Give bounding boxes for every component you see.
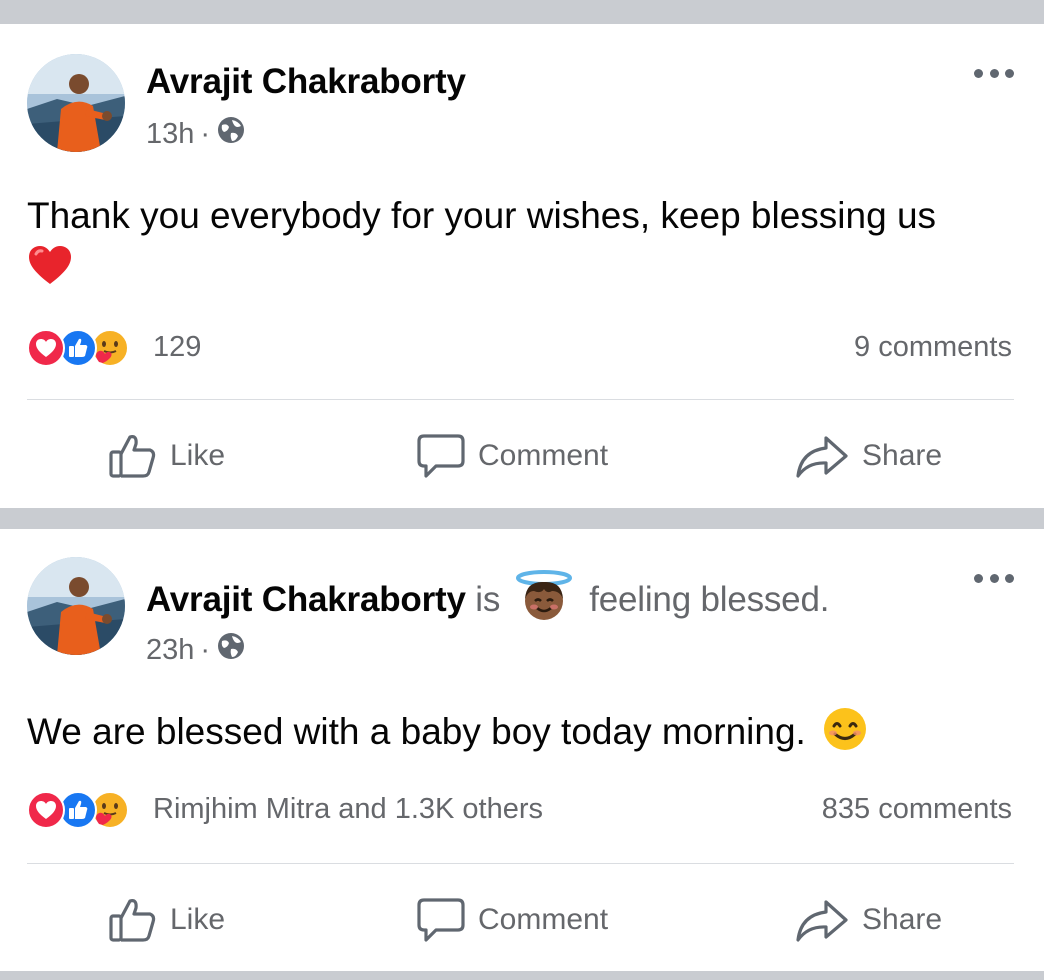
like-button[interactable]: Like <box>108 890 225 950</box>
meta-separator: · <box>200 634 211 666</box>
share-label: Share <box>862 903 943 936</box>
reaction-count[interactable]: 129 <box>153 331 201 364</box>
innocent-face-emoji-icon <box>512 569 576 630</box>
post-text-content: Thank you everybody for your wishes, kee… <box>27 195 937 236</box>
comment-label: Comment <box>478 903 609 936</box>
divider <box>27 399 1014 400</box>
comment-button[interactable]: Comment <box>416 890 608 950</box>
avatar[interactable] <box>27 557 125 655</box>
meta-separator: · <box>200 118 211 150</box>
author-name[interactable]: Avrajit Chakraborty <box>146 580 466 619</box>
smiling-face-emoji-icon <box>822 706 868 762</box>
divider <box>27 863 1014 864</box>
share-icon <box>796 436 848 478</box>
share-label: Share <box>862 439 943 472</box>
more-dot <box>1005 68 1014 78</box>
post-card: Avrajit Chakraborty is feeling blessed. … <box>0 529 1044 971</box>
globe-icon <box>216 115 246 153</box>
is-word: is <box>475 580 501 619</box>
comment-button[interactable]: Comment <box>416 426 608 486</box>
like-button[interactable]: Like <box>108 426 225 486</box>
heart-emoji-icon <box>27 244 73 296</box>
like-label: Like <box>170 439 226 472</box>
post-card: Avrajit Chakraborty 13h · Thank you ever… <box>0 24 1044 508</box>
more-dot <box>974 573 983 583</box>
author-line: Avrajit Chakraborty is feeling blessed. <box>146 569 829 630</box>
comments-count[interactable]: 9 comments <box>854 327 1012 367</box>
post-text: We are blessed with a baby boy today mor… <box>27 706 1004 762</box>
post-meta: 23h · <box>146 631 246 669</box>
post-meta: 13h · <box>146 115 246 153</box>
news-feed: Avrajit Chakraborty 13h · Thank you ever… <box>0 0 1044 980</box>
share-button[interactable]: Share <box>794 890 942 950</box>
reaction-icons <box>27 327 149 367</box>
more-dot <box>989 573 999 583</box>
more-dot <box>989 68 999 78</box>
reaction-count[interactable]: Rimjhim Mitra and 1.3K others <box>153 793 543 826</box>
author-name[interactable]: Avrajit Chakraborty <box>146 62 466 101</box>
share-icon <box>796 900 848 942</box>
like-label: Like <box>170 903 226 936</box>
reaction-summary[interactable]: Rimjhim Mitra and 1.3K others <box>27 789 543 829</box>
thumbs-up-icon <box>109 899 156 942</box>
more-dot <box>1005 573 1014 583</box>
reaction-icons <box>27 789 149 829</box>
thumbs-up-icon <box>109 435 156 478</box>
post-time[interactable]: 23h <box>146 633 194 667</box>
post-text-content: We are blessed with a baby boy today mor… <box>27 711 806 752</box>
avatar[interactable] <box>27 54 125 152</box>
more-dot <box>974 68 983 78</box>
love-reaction-icon <box>27 329 65 367</box>
reaction-summary[interactable]: 129 <box>27 327 201 367</box>
post-actions: Like Comment Share <box>0 890 1044 950</box>
post-time[interactable]: 13h <box>146 117 194 151</box>
author-line: Avrajit Chakraborty <box>146 62 466 102</box>
more-options-button[interactable] <box>974 571 1014 585</box>
feeling-text[interactable]: feeling blessed. <box>589 580 829 619</box>
comments-count[interactable]: 835 comments <box>822 789 1012 829</box>
comment-label: Comment <box>478 439 609 472</box>
share-button[interactable]: Share <box>794 426 942 486</box>
post-actions: Like Comment Share <box>0 426 1044 486</box>
globe-icon <box>216 631 246 669</box>
post-text: Thank you everybody for your wishes, kee… <box>27 194 1004 296</box>
comment-icon <box>417 898 465 942</box>
comment-icon <box>417 434 465 478</box>
love-reaction-icon <box>27 791 65 829</box>
more-options-button[interactable] <box>974 66 1014 80</box>
